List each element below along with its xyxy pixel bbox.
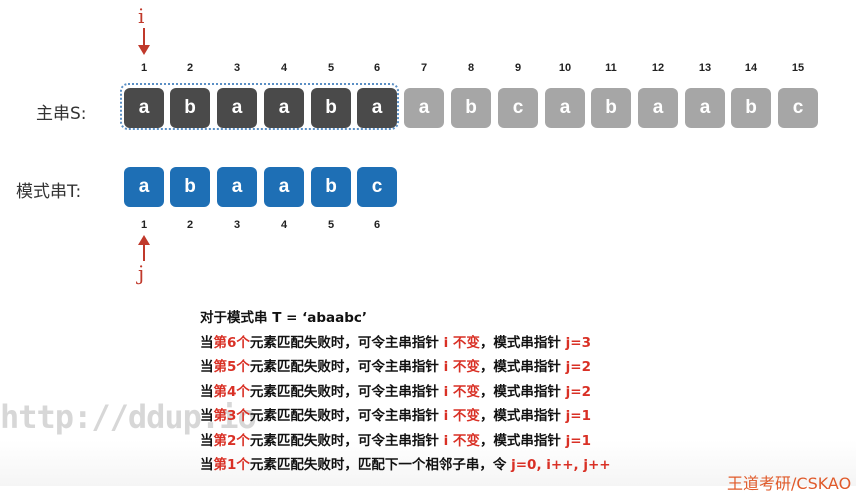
main-index: 6 <box>373 62 381 74</box>
rule-pre: 当 <box>200 334 214 351</box>
rule-line: 当第4个元素匹配失败时，可令主串指针 i 不变，模式串指针 j=2 <box>200 380 611 405</box>
rule-mid2: ，模式串指针 <box>479 334 566 351</box>
main-char-cell: b <box>731 88 771 128</box>
main-char-cell: b <box>591 88 631 128</box>
rule-pre: 当 <box>200 432 214 449</box>
pattern-char-cell: a <box>124 167 164 207</box>
rule-red: 第4个 <box>213 383 250 400</box>
rule-red: 第3个 <box>213 408 250 424</box>
main-index: 14 <box>744 62 758 74</box>
rule-action: j=0, i++, j++ <box>511 457 611 473</box>
main-char-cell: a <box>638 88 678 128</box>
rule-pre: 当 <box>200 457 214 473</box>
pattern-index: 3 <box>233 219 241 231</box>
rule-red: 第5个 <box>213 359 250 375</box>
main-index: 5 <box>327 62 335 74</box>
pattern-index: 4 <box>280 219 288 231</box>
pattern-char-cell: b <box>170 167 210 207</box>
rules-title: 对于模式串 T = ‘abaabc’ <box>200 310 368 326</box>
rule-line: 当第3个元素匹配失败时，可令主串指针 i 不变，模式串指针 j=1 <box>200 404 611 429</box>
rule-line: 当第6个元素匹配失败时，可令主串指针 i 不变，模式串指针 j=3 <box>200 331 611 356</box>
corner-brand-text: 王道考研/CSKAO <box>727 474 852 493</box>
rule-red2: i 不变 <box>443 334 480 351</box>
rule-red2: i 不变 <box>443 432 480 449</box>
rule-red2: i 不变 <box>443 408 480 424</box>
main-index: 7 <box>420 62 428 74</box>
pointer-j-arrow <box>138 235 150 261</box>
rule-red3: j=2 <box>565 383 591 400</box>
main-string-label: 主串S: <box>36 104 87 124</box>
rule-position: 第1个 <box>213 457 250 473</box>
rule-line: 当第5个元素匹配失败时，可令主串指针 i 不变，模式串指针 j=2 <box>200 355 611 380</box>
main-char-cell: a <box>404 88 444 128</box>
pattern-char-cell: b <box>311 167 351 207</box>
rule-red2: i 不变 <box>443 383 480 400</box>
main-char-cell: a <box>545 88 585 128</box>
main-index: 1 <box>140 62 148 74</box>
rule-red2: i 不变 <box>443 359 480 375</box>
main-index: 8 <box>467 62 475 74</box>
pointer-i-label: i <box>138 4 145 28</box>
main-char-cell: a <box>685 88 725 128</box>
main-index: 10 <box>558 62 572 74</box>
pattern-char-cell: a <box>264 167 304 207</box>
rule-mid2: ，模式串指针 <box>479 383 566 400</box>
match-window-outline <box>120 83 399 130</box>
main-index: 4 <box>280 62 288 74</box>
main-char-cell: c <box>498 88 538 128</box>
pattern-string-label: 模式串T: <box>16 182 82 202</box>
rule-mid: 元素匹配失败时，可令主串指针 <box>249 334 444 351</box>
main-index: 12 <box>651 62 665 74</box>
rule-red: 第2个 <box>213 432 250 449</box>
rule-mid: 元素匹配失败时，可令主串指针 <box>249 383 444 400</box>
pattern-char-cell: c <box>357 167 397 207</box>
rule-text: 元素匹配失败时，匹配下一个相邻子串，令 <box>249 457 512 473</box>
main-index: 11 <box>605 62 617 74</box>
pattern-index: 6 <box>373 219 381 231</box>
main-index: 13 <box>698 62 712 74</box>
rule-pre: 当 <box>200 359 214 375</box>
main-index: 9 <box>514 62 522 74</box>
rule-pre: 当 <box>200 383 214 400</box>
rule-red3: j=2 <box>565 359 591 375</box>
rule-red3: j=3 <box>565 334 591 351</box>
rule-red3: j=1 <box>565 408 591 424</box>
main-char-cell: c <box>778 88 818 128</box>
pointer-j-label: j <box>138 261 145 285</box>
pattern-index: 5 <box>327 219 335 231</box>
pattern-index: 2 <box>186 219 194 231</box>
rule-red3: j=1 <box>565 432 591 449</box>
pointer-i-arrow <box>138 28 150 55</box>
rule-mid: 元素匹配失败时，可令主串指针 <box>249 408 444 424</box>
main-index: 2 <box>186 62 194 74</box>
rule-mid2: ，模式串指针 <box>479 432 566 449</box>
rules-block: 对于模式串 T = ‘abaabc’ 当第6个元素匹配失败时，可令主串指针 i … <box>200 306 611 478</box>
main-index: 3 <box>233 62 241 74</box>
rule-pre: 当 <box>200 408 214 424</box>
pattern-index: 1 <box>140 219 148 231</box>
rule-mid2: ，模式串指针 <box>479 408 566 424</box>
rule-mid: 元素匹配失败时，可令主串指针 <box>249 432 444 449</box>
rule-line-last: 当第1个元素匹配失败时，匹配下一个相邻子串，令 j=0, i++, j++ <box>200 453 611 478</box>
rule-red: 第6个 <box>213 334 250 351</box>
rule-mid2: ，模式串指针 <box>479 359 566 375</box>
pattern-char-cell: a <box>217 167 257 207</box>
main-char-cell: b <box>451 88 491 128</box>
rule-line: 当第2个元素匹配失败时，可令主串指针 i 不变，模式串指针 j=1 <box>200 429 611 454</box>
main-index: 15 <box>791 62 805 74</box>
rule-mid: 元素匹配失败时，可令主串指针 <box>249 359 444 375</box>
